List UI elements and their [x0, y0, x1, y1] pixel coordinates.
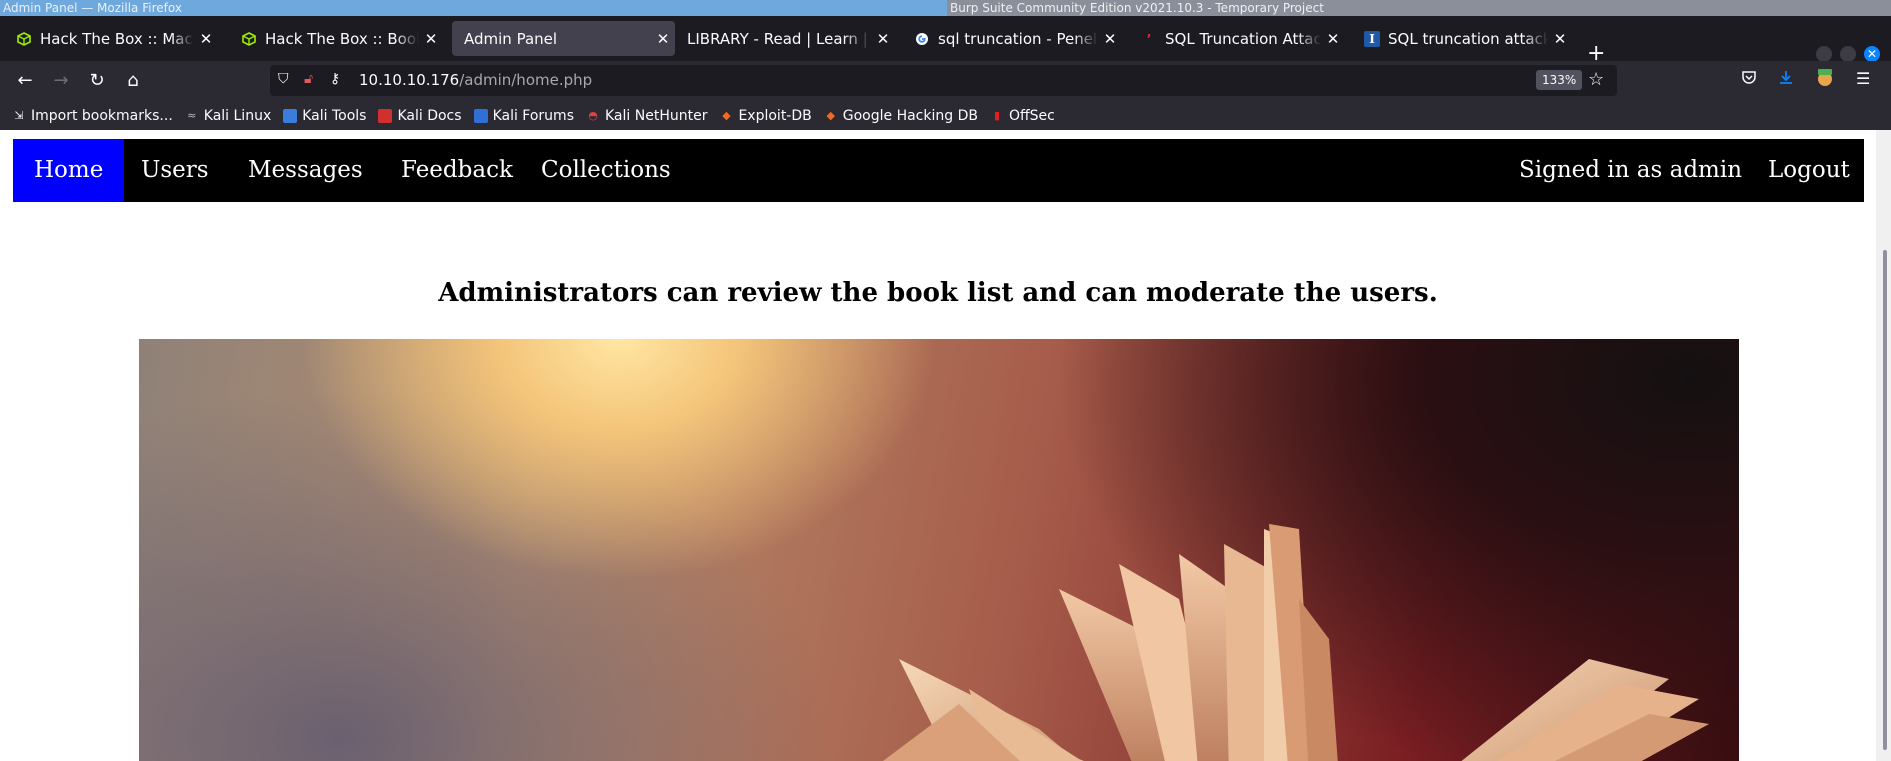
kali-forums-icon: [473, 108, 488, 123]
bookmark-label: Exploit-DB: [738, 107, 812, 124]
bookmarks-bar: ⇲ Import bookmarks... ≈ Kali Linux Kali To…: [0, 101, 1891, 130]
navigation-toolbar: ← → ↻ ⌂ ⛉ 🔓︎ ⚷ 10.10.10.176/admin/home.p…: [0, 61, 1891, 101]
bookmark-label: Google Hacking DB: [842, 107, 978, 124]
page-viewport: Home Users Messages Feedback Collections…: [0, 130, 1876, 761]
site-navbar: Home Users Messages Feedback Collections…: [13, 139, 1864, 202]
bookmark-kali-forums[interactable]: Kali Forums: [473, 107, 574, 124]
permissions-key-icon[interactable]: ⚷: [330, 71, 340, 87]
import-icon: ⇲: [14, 109, 24, 122]
tab-title: Hack The Box :: Machines: [40, 29, 194, 48]
bookmark-google-hacking-db[interactable]: ◆ Google Hacking DB: [824, 108, 978, 124]
insecure-lock-icon[interactable]: 🔓︎: [304, 71, 313, 87]
open-book-illustration: [883, 524, 1709, 761]
forward-button[interactable]: →: [49, 69, 73, 93]
bookmark-label: Kali Docs: [397, 107, 462, 124]
bookmark-label: Kali Forums: [492, 107, 574, 124]
close-tab-icon[interactable]: ✕: [194, 30, 218, 48]
tab-title: SQL truncation attack - Infosec: [1388, 29, 1548, 48]
htb-cube-icon: [241, 31, 257, 47]
page-headline: Administrators can review the book list …: [438, 278, 1438, 308]
bookmark-label: Import bookmarks...: [31, 107, 173, 124]
bookmark-kali-docs[interactable]: Kali Docs: [378, 107, 462, 124]
bookmark-kali-nethunter[interactable]: ◓ Kali NetHunter: [586, 108, 707, 124]
tab-htb-book[interactable]: Hack The Box :: Book ✕: [229, 21, 443, 56]
hero-book-image: [139, 339, 1739, 761]
tab-strip: Hack The Box :: Machines ✕ Hack The Box …: [0, 16, 1891, 66]
quote-icon: ’: [1146, 31, 1152, 46]
hamburger-menu-icon[interactable]: ☰: [1856, 69, 1870, 88]
pocket-icon[interactable]: [1741, 69, 1757, 89]
home-button[interactable]: ⌂: [121, 69, 145, 93]
minimize-window-button[interactable]: [1816, 46, 1832, 62]
bookmark-import[interactable]: ⇲ Import bookmarks...: [12, 107, 173, 124]
nav-home[interactable]: Home: [13, 139, 125, 202]
ghdb-icon: ◆: [826, 109, 835, 122]
tab-title: Admin Panel: [464, 29, 558, 48]
burp-extension-icon[interactable]: [1815, 67, 1835, 91]
tab-title: SQL Truncation Attack: [1165, 29, 1321, 48]
close-tab-icon[interactable]: ✕: [1548, 30, 1572, 48]
nav-signed-in[interactable]: Signed in as admin: [1498, 139, 1763, 202]
close-tab-icon[interactable]: ✕: [1098, 30, 1122, 48]
bookmark-star-icon[interactable]: ☆: [1588, 69, 1604, 90]
downloads-icon[interactable]: [1778, 69, 1794, 89]
reload-button[interactable]: ↻: [85, 69, 109, 93]
bookmark-kali-tools[interactable]: Kali Tools: [283, 108, 366, 124]
nav-collections[interactable]: Collections: [520, 139, 692, 202]
nav-users[interactable]: Users: [120, 139, 230, 202]
nav-feedback[interactable]: Feedback: [380, 139, 534, 202]
address-bar[interactable]: ⛉ 🔓︎ ⚷ 10.10.10.176/admin/home.php 133% …: [270, 65, 1617, 96]
bookmark-label: Kali Tools: [302, 107, 367, 124]
close-tab-icon[interactable]: ✕: [871, 30, 895, 48]
maximize-window-button[interactable]: [1840, 46, 1856, 62]
offsec-icon: ▮: [993, 109, 1000, 122]
os-title-bar: Admin Panel — Mozilla Firefox Burp Suite…: [0, 0, 1891, 16]
firefox-window-title: Admin Panel — Mozilla Firefox: [0, 0, 947, 16]
close-tab-icon[interactable]: ✕: [419, 30, 443, 48]
tab-sql-truncation-attack[interactable]: ’ SQL Truncation Attack ✕: [1129, 21, 1345, 56]
nav-logout[interactable]: Logout: [1747, 139, 1871, 202]
htb-cube-icon: [16, 31, 32, 47]
scrollbar-thumb[interactable]: [1883, 250, 1887, 750]
nav-messages[interactable]: Messages: [227, 139, 384, 202]
bookmark-label: Kali NetHunter: [605, 107, 708, 124]
tab-title: Hack The Box :: Book: [265, 29, 419, 48]
tab-admin-panel[interactable]: Admin Panel ✕: [452, 21, 675, 56]
bookmark-exploit-db[interactable]: ◆ Exploit-DB: [719, 107, 812, 124]
zoom-level-badge[interactable]: 133%: [1536, 70, 1583, 90]
burp-window-title: Burp Suite Community Edition v2021.10.3 …: [947, 0, 1891, 16]
tab-title: sql truncation - Penelusuran Google: [938, 29, 1098, 48]
tab-google-search[interactable]: sql truncation - Penelusuran Google ✕: [902, 21, 1122, 56]
close-tab-icon[interactable]: ✕: [1321, 30, 1345, 48]
url-text[interactable]: 10.10.10.176/admin/home.php: [359, 71, 592, 89]
kali-tools-icon: [283, 108, 298, 123]
tab-title: LIBRARY - Read | Learn | Have Fun: [687, 29, 871, 48]
back-button[interactable]: ←: [13, 69, 37, 93]
google-icon: [914, 31, 930, 47]
bookmark-kali-linux[interactable]: ≈ Kali Linux: [185, 108, 271, 124]
kali-dragon-icon: ≈: [187, 109, 197, 122]
kali-docs-icon: [378, 108, 393, 123]
tab-htb-machines[interactable]: Hack The Box :: Machines ✕: [4, 21, 218, 56]
bookmark-label: Kali Linux: [203, 107, 272, 124]
nethunter-icon: ◓: [588, 109, 598, 122]
shield-icon[interactable]: ⛉: [278, 71, 289, 87]
infosec-icon: I: [1364, 30, 1380, 47]
bookmark-offsec[interactable]: ▮ OffSec: [990, 108, 1055, 124]
exploit-db-icon: ◆: [722, 109, 731, 122]
close-window-button[interactable]: ✕: [1864, 46, 1880, 62]
tab-library[interactable]: LIBRARY - Read | Learn | Have Fun ✕: [675, 21, 895, 56]
close-tab-icon[interactable]: ✕: [651, 30, 675, 48]
bookmark-label: OffSec: [1008, 107, 1055, 124]
tab-infosec[interactable]: I SQL truncation attack - Infosec ✕: [1352, 21, 1572, 56]
